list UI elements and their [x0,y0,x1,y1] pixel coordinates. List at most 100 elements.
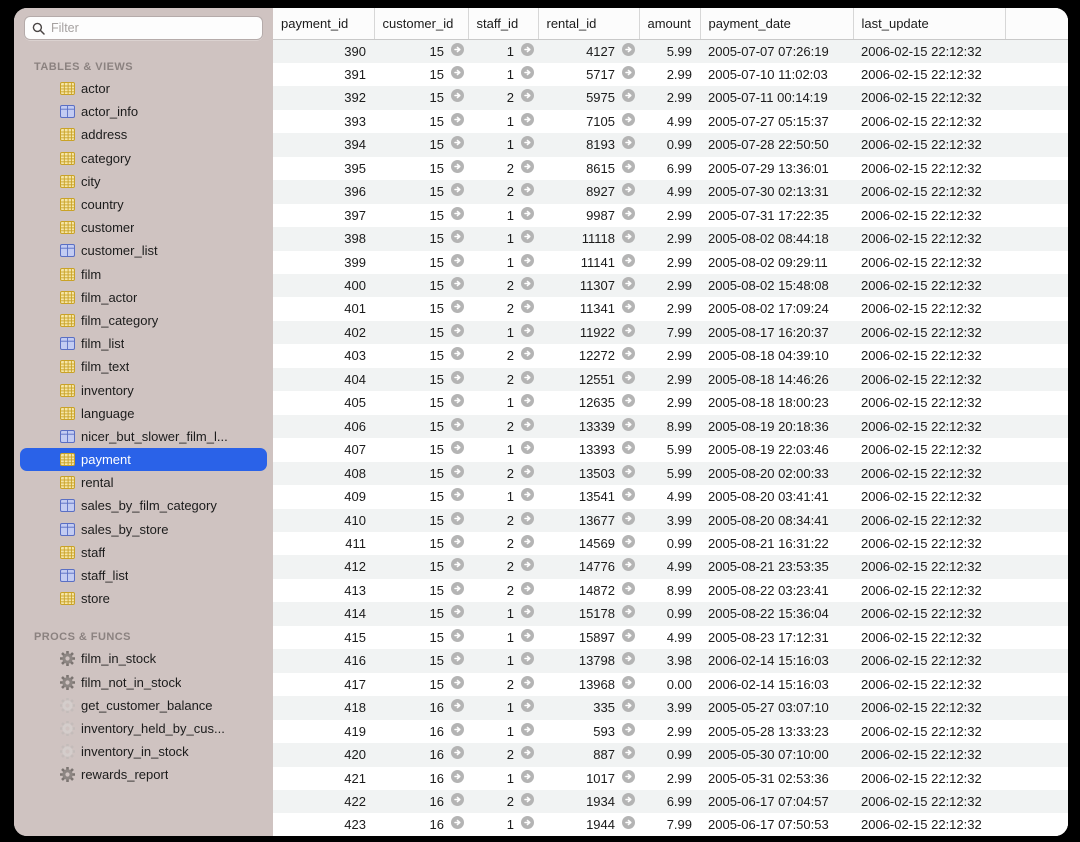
cell-amount[interactable]: 2.99 [639,251,700,274]
cell-staff_id[interactable]: 2 [468,274,538,297]
foreign-key-arrow-icon[interactable] [451,251,464,274]
cell-staff_id[interactable]: 1 [468,110,538,133]
cell-rental_id[interactable]: 335 [538,696,639,719]
sidebar-item-staff_list[interactable]: staff_list [20,564,267,587]
cell-customer_id[interactable]: 15 [374,227,468,250]
foreign-key-arrow-icon[interactable] [451,415,464,438]
table-row[interactable]: 4181613353.992005-05-27 03:07:102006-02-… [273,696,1068,719]
cell-customer_id[interactable]: 15 [374,39,468,63]
foreign-key-arrow-icon[interactable] [451,532,464,555]
table-row[interactable]: 42216219346.992005-06-17 07:04:572006-02… [273,790,1068,813]
cell-payment_id[interactable]: 401 [273,297,374,320]
cell-amount[interactable]: 6.99 [639,157,700,180]
foreign-key-arrow-icon[interactable] [521,509,534,532]
sidebar-item-country[interactable]: country [20,193,267,216]
cell-payment_id[interactable]: 422 [273,790,374,813]
sidebar-item-payment[interactable]: payment [20,448,267,471]
cell-staff_id[interactable]: 1 [468,813,538,836]
cell-amount[interactable]: 4.99 [639,555,700,578]
cell-amount[interactable]: 2.99 [639,720,700,743]
cell-amount[interactable]: 5.99 [639,438,700,461]
cell-rental_id[interactable]: 5717 [538,63,639,86]
table-row[interactable]: 399151111412.992005-08-02 09:29:112006-0… [273,251,1068,274]
foreign-key-arrow-icon[interactable] [451,63,464,86]
sidebar-item-city[interactable]: city [20,170,267,193]
cell-last_update[interactable]: 2006-02-15 22:12:32 [853,532,1005,555]
table-row[interactable]: 39715199872.992005-07-31 17:22:352006-02… [273,204,1068,227]
foreign-key-arrow-icon[interactable] [451,626,464,649]
foreign-key-arrow-icon[interactable] [451,180,464,203]
cell-payment_id[interactable]: 402 [273,321,374,344]
cell-customer_id[interactable]: 16 [374,696,468,719]
foreign-key-arrow-icon[interactable] [521,251,534,274]
sidebar-item-film[interactable]: film [20,263,267,286]
cell-staff_id[interactable]: 1 [468,696,538,719]
sidebar-item-actor_info[interactable]: actor_info [20,100,267,123]
cell-customer_id[interactable]: 15 [374,509,468,532]
cell-staff_id[interactable]: 2 [468,297,538,320]
column-header-last_update[interactable]: last_update [853,8,1005,39]
table-row[interactable]: 39215259752.992005-07-11 00:14:192006-02… [273,86,1068,109]
cell-last_update[interactable]: 2006-02-15 22:12:32 [853,297,1005,320]
cell-amount[interactable]: 2.99 [639,391,700,414]
cell-payment_date[interactable]: 2005-08-19 22:03:46 [700,438,853,461]
foreign-key-arrow-icon[interactable] [521,133,534,156]
foreign-key-arrow-icon[interactable] [622,767,635,790]
cell-payment_id[interactable]: 420 [273,743,374,766]
table-row[interactable]: 4201628870.992005-05-30 07:10:002006-02-… [273,743,1068,766]
cell-rental_id[interactable]: 11118 [538,227,639,250]
cell-staff_id[interactable]: 2 [468,86,538,109]
foreign-key-arrow-icon[interactable] [622,133,635,156]
cell-payment_date[interactable]: 2005-08-02 17:09:24 [700,297,853,320]
foreign-key-arrow-icon[interactable] [521,767,534,790]
cell-staff_id[interactable]: 2 [468,555,538,578]
cell-payment_date[interactable]: 2005-07-28 22:50:50 [700,133,853,156]
cell-amount[interactable]: 4.99 [639,180,700,203]
cell-customer_id[interactable]: 16 [374,720,468,743]
foreign-key-arrow-icon[interactable] [622,555,635,578]
cell-staff_id[interactable]: 1 [468,227,538,250]
foreign-key-arrow-icon[interactable] [622,626,635,649]
cell-last_update[interactable]: 2006-02-15 22:12:32 [853,509,1005,532]
foreign-key-arrow-icon[interactable] [622,673,635,696]
cell-payment_date[interactable]: 2006-02-14 15:16:03 [700,673,853,696]
cell-payment_id[interactable]: 396 [273,180,374,203]
cell-last_update[interactable]: 2006-02-15 22:12:32 [853,344,1005,367]
cell-rental_id[interactable]: 12635 [538,391,639,414]
cell-staff_id[interactable]: 1 [468,649,538,672]
table-row[interactable]: 407151133935.992005-08-19 22:03:462006-0… [273,438,1068,461]
cell-payment_id[interactable]: 393 [273,110,374,133]
cell-amount[interactable]: 6.99 [639,790,700,813]
cell-customer_id[interactable]: 15 [374,251,468,274]
cell-payment_id[interactable]: 398 [273,227,374,250]
sidebar-item-store[interactable]: store [20,587,267,610]
table-row[interactable]: 414151151780.992005-08-22 15:36:042006-0… [273,602,1068,625]
cell-staff_id[interactable]: 1 [468,767,538,790]
foreign-key-arrow-icon[interactable] [622,813,635,836]
foreign-key-arrow-icon[interactable] [521,743,534,766]
foreign-key-arrow-icon[interactable] [451,743,464,766]
table-row[interactable]: 410152136773.992005-08-20 08:34:412006-0… [273,509,1068,532]
cell-last_update[interactable]: 2006-02-15 22:12:32 [853,110,1005,133]
cell-customer_id[interactable]: 15 [374,86,468,109]
table-row[interactable]: 42116110172.992005-05-31 02:53:362006-02… [273,767,1068,790]
cell-rental_id[interactable]: 14872 [538,579,639,602]
cell-staff_id[interactable]: 1 [468,63,538,86]
foreign-key-arrow-icon[interactable] [521,579,534,602]
cell-rental_id[interactable]: 5975 [538,86,639,109]
cell-rental_id[interactable]: 13677 [538,509,639,532]
cell-customer_id[interactable]: 15 [374,133,468,156]
cell-payment_id[interactable]: 392 [273,86,374,109]
cell-amount[interactable]: 2.99 [639,63,700,86]
cell-amount[interactable]: 2.99 [639,204,700,227]
cell-last_update[interactable]: 2006-02-15 22:12:32 [853,438,1005,461]
cell-last_update[interactable]: 2006-02-15 22:12:32 [853,391,1005,414]
cell-amount[interactable]: 7.99 [639,321,700,344]
foreign-key-arrow-icon[interactable] [451,344,464,367]
cell-staff_id[interactable]: 2 [468,790,538,813]
result-grid[interactable]: payment_idcustomer_idstaff_idrental_idam… [273,8,1068,836]
foreign-key-arrow-icon[interactable] [622,391,635,414]
sidebar-item-film_category[interactable]: film_category [20,309,267,332]
cell-payment_id[interactable]: 391 [273,63,374,86]
cell-customer_id[interactable]: 16 [374,813,468,836]
